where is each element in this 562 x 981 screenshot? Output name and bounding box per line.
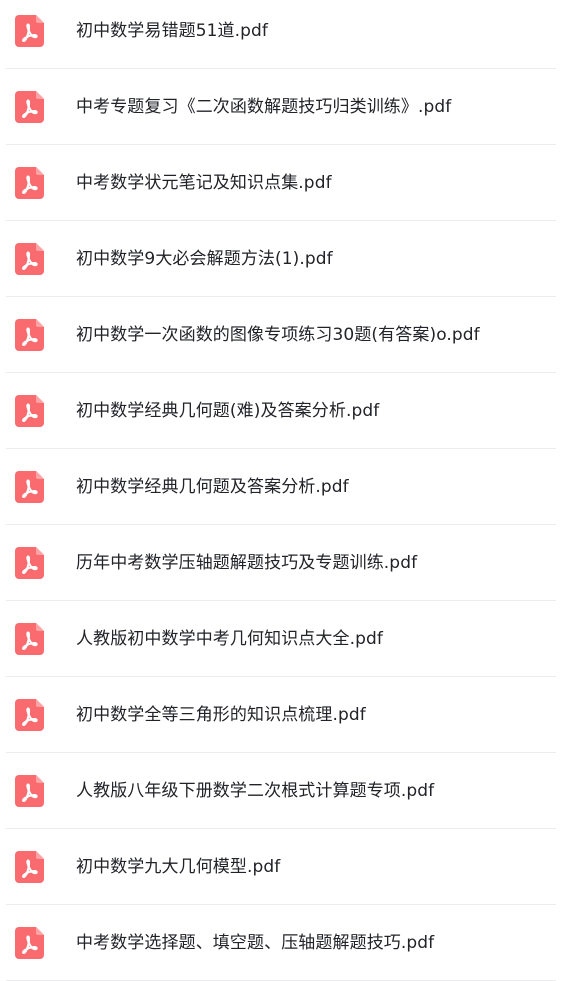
file-name: 人教版八年级下册数学二次根式计算题专项.pdf [76,781,435,801]
file-name: 中考数学选择题、填空题、压轴题解题技巧.pdf [76,933,435,953]
file-list-item[interactable]: 历年中考数学压轴题解题技巧及专题训练.pdf [0,525,562,601]
file-list-item[interactable]: 人教版初中数学中考几何知识点大全.pdf [0,601,562,677]
pdf-file-icon [15,91,44,123]
pdf-file-icon [15,623,44,655]
file-name: 人教版初中数学中考几何知识点大全.pdf [76,629,383,649]
file-list-item[interactable]: 中考数学选择题、填空题、压轴题解题技巧.pdf [0,905,562,981]
file-name: 中考数学状元笔记及知识点集.pdf [76,173,332,193]
file-name: 中考专题复习《二次函数解题技巧归类训练》.pdf [76,97,452,117]
pdf-file-icon [15,699,44,731]
pdf-file-icon [15,471,44,503]
file-list-item[interactable]: 初中数学全等三角形的知识点梳理.pdf [0,677,562,753]
file-list-item[interactable]: 初中数学经典几何题及答案分析.pdf [0,449,562,525]
file-name: 初中数学易错题51道.pdf [76,21,269,41]
file-list-item[interactable]: 初中数学易错题51道.pdf [0,0,562,69]
pdf-file-icon [15,927,44,959]
file-name: 初中数学一次函数的图像专项练习30题(有答案)o.pdf [76,325,480,345]
file-list-item[interactable]: 初中数学9大必会解题方法(1).pdf [0,221,562,297]
file-list-item[interactable]: 初中数学经典几何题(难)及答案分析.pdf [0,373,562,449]
file-list-item[interactable]: 初中数学一次函数的图像专项练习30题(有答案)o.pdf [0,297,562,373]
pdf-file-icon [15,395,44,427]
pdf-file-icon [15,319,44,351]
file-list-item[interactable]: 中考数学状元笔记及知识点集.pdf [0,145,562,221]
file-name: 初中数学全等三角形的知识点梳理.pdf [76,705,366,725]
file-name: 初中数学9大必会解题方法(1).pdf [76,249,333,269]
pdf-file-icon [15,775,44,807]
file-list: 初中数学易错题51道.pdf 中考专题复习《二次函数解题技巧归类训练》.pdf [0,0,562,981]
pdf-file-icon [15,547,44,579]
file-name: 初中数学经典几何题及答案分析.pdf [76,477,349,497]
file-list-item[interactable]: 中考专题复习《二次函数解题技巧归类训练》.pdf [0,69,562,145]
file-name: 初中数学九大几何模型.pdf [76,857,281,877]
pdf-file-icon [15,851,44,883]
file-list-item[interactable]: 初中数学九大几何模型.pdf [0,829,562,905]
pdf-file-icon [15,15,44,47]
file-name: 历年中考数学压轴题解题技巧及专题训练.pdf [76,553,418,573]
pdf-file-icon [15,167,44,199]
file-name: 初中数学经典几何题(难)及答案分析.pdf [76,401,380,421]
pdf-file-icon [15,243,44,275]
file-list-item[interactable]: 人教版八年级下册数学二次根式计算题专项.pdf [0,753,562,829]
